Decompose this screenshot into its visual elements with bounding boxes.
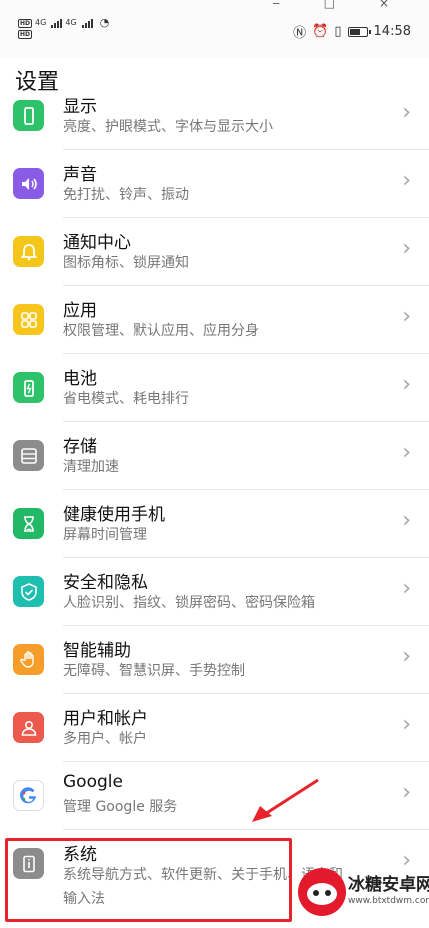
hourglass-icon: [13, 508, 44, 539]
settings-item-1[interactable]: 声音免打扰、铃声、振动 ›: [0, 150, 429, 218]
chevron-right-icon: ›: [402, 440, 411, 465]
settings-item-title: 应用: [63, 301, 97, 321]
status-left: HD 4G 4G ◔ HD: [18, 16, 110, 39]
annotation-highlight-box: [5, 838, 292, 922]
settings-item-title: 用户和帐户: [63, 709, 148, 729]
chevron-right-icon: ›: [402, 644, 411, 669]
window-controls[interactable]: ‒ □ ×: [272, 0, 409, 10]
settings-item-2[interactable]: 通知中心图标角标、锁屏通知 ›: [0, 218, 429, 286]
apps-icon: [13, 304, 44, 335]
watermark: 冰糖安卓网 www.btxtdwm.com: [298, 866, 429, 922]
annotation-arrow-icon: [252, 778, 319, 822]
vibrate-icon: ▯: [334, 24, 342, 39]
settings-item-6[interactable]: 健康使用手机屏幕时间管理 ›: [0, 490, 429, 558]
network-type-2: 4G: [65, 18, 77, 27]
settings-item-3[interactable]: 应用权限管理、默认应用、应用分身 ›: [0, 286, 429, 354]
hd-badge: HD: [18, 18, 33, 28]
settings-item-subtitle: 屏幕时间管理: [63, 527, 147, 543]
hand-icon: [13, 644, 44, 675]
display-icon: [13, 100, 44, 131]
settings-item-subtitle: 清理加速: [63, 459, 119, 475]
settings-item-10[interactable]: Google 管理 Google 服务 ›: [0, 762, 429, 830]
settings-item-title: 安全和隐私: [63, 573, 148, 593]
wifi-icon: ◔: [99, 16, 110, 29]
chevron-right-icon: ›: [402, 576, 411, 601]
bell-icon: [13, 236, 44, 267]
settings-item-subtitle: 免打扰、铃声、振动: [63, 187, 189, 203]
chevron-right-icon: ›: [402, 236, 411, 261]
user-icon: [13, 712, 44, 743]
settings-item-title: 声音: [63, 165, 97, 185]
settings-item-subtitle: 多用户、帐户: [63, 731, 147, 747]
settings-item-title: Google: [63, 772, 123, 792]
battery-icon: [347, 26, 371, 37]
settings-item-0[interactable]: 显示亮度、护眼模式、字体与显示大小 ›: [0, 82, 429, 150]
chevron-right-icon: ›: [402, 780, 411, 805]
status-right: Ⓝ ⏰ ▯ 14:58: [293, 22, 411, 41]
settings-item-4[interactable]: 电池省电模式、耗电排行 ›: [0, 354, 429, 422]
settings-item-subtitle: 权限管理、默认应用、应用分身: [63, 323, 259, 339]
shield-icon: [13, 576, 44, 607]
settings-item-subtitle: 图标角标、锁屏通知: [63, 255, 189, 271]
hd-badge-2: HD: [18, 30, 33, 39]
settings-item-title: 通知中心: [63, 233, 131, 253]
settings-item-subtitle: 无障碍、智慧识屏、手势控制: [63, 663, 245, 679]
signal-icon: [51, 18, 63, 28]
google-icon: [13, 780, 44, 811]
settings-item-subtitle: 人脸识别、指纹、锁屏密码、密码保险箱: [63, 595, 315, 611]
network-type: 4G: [35, 18, 47, 27]
settings-item-7[interactable]: 安全和隐私人脸识别、指纹、锁屏密码、密码保险箱 ›: [0, 558, 429, 626]
chevron-right-icon: ›: [402, 372, 411, 397]
chevron-right-icon: ›: [402, 712, 411, 737]
settings-item-8[interactable]: 智能辅助无障碍、智慧识屏、手势控制 ›: [0, 626, 429, 694]
settings-item-9[interactable]: 用户和帐户多用户、帐户 ›: [0, 694, 429, 762]
chevron-right-icon: ›: [402, 304, 411, 329]
battery-icon: [13, 372, 44, 403]
chevron-right-icon: ›: [402, 100, 411, 125]
sound-icon: [13, 168, 44, 199]
settings-item-title: 存储: [63, 437, 97, 457]
chevron-right-icon: ›: [402, 168, 411, 193]
settings-item-title: 显示: [63, 97, 97, 117]
nfc-icon: Ⓝ: [293, 26, 307, 41]
settings-item-title: 电池: [63, 369, 97, 389]
watermark-logo: [298, 868, 346, 916]
watermark-url: www.btxtdwm.com: [348, 896, 429, 906]
storage-icon: [13, 440, 44, 471]
signal-icon-2: [81, 18, 93, 28]
chevron-right-icon: ›: [402, 508, 411, 533]
settings-item-title: 健康使用手机: [63, 505, 165, 525]
watermark-name: 冰糖安卓网: [348, 875, 429, 895]
status-time: 14:58: [373, 24, 411, 39]
settings-item-subtitle: 亮度、护眼模式、字体与显示大小: [63, 119, 273, 135]
settings-item-5[interactable]: 存储清理加速 ›: [0, 422, 429, 490]
settings-item-title: 智能辅助: [63, 641, 131, 661]
settings-item-subtitle: 管理 Google 服务: [63, 799, 178, 815]
settings-item-subtitle: 省电模式、耗电排行: [63, 391, 189, 407]
alarm-icon: ⏰: [312, 24, 329, 39]
status-bar: ‒ □ × HD 4G 4G ◔ HD Ⓝ ⏰ ▯ 14:58: [0, 0, 429, 58]
